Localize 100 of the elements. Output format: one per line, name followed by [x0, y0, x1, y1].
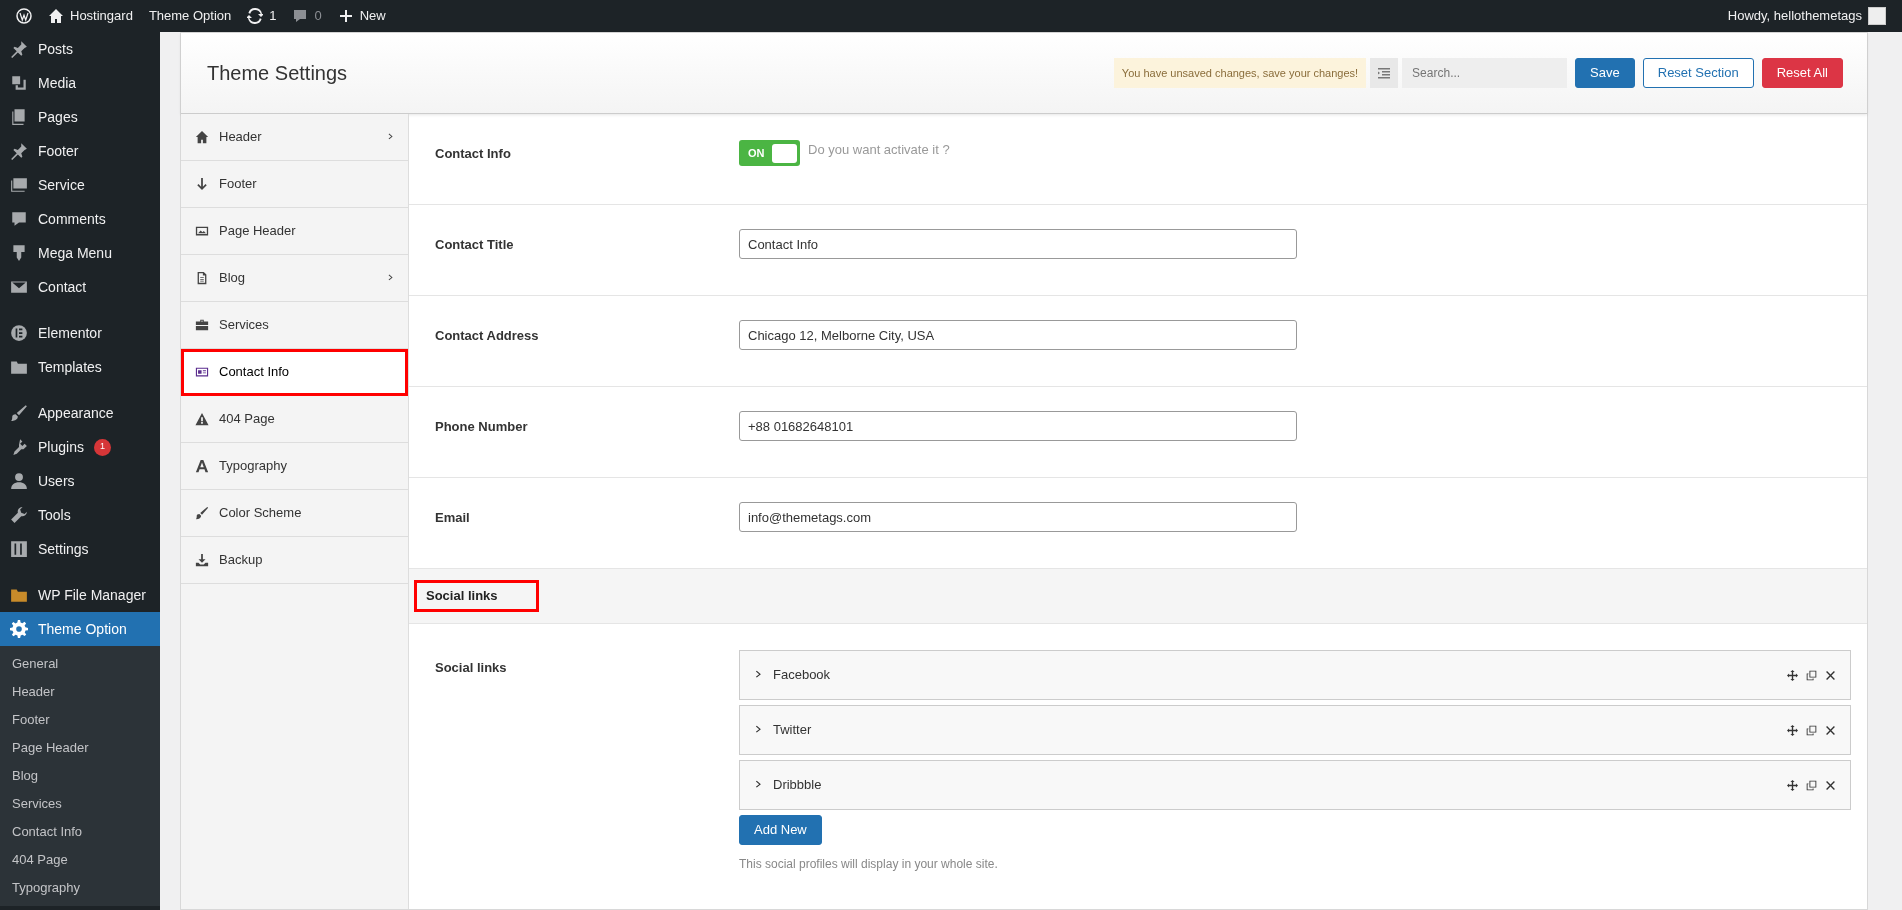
menu-label: Comments: [38, 209, 106, 229]
sidebar-item[interactable]: Settings: [0, 532, 160, 566]
help-text: This social profiles will display in your whole site.: [739, 856, 999, 873]
submenu-item[interactable]: Services: [0, 790, 160, 818]
copy-icon: [1806, 669, 1817, 681]
sidebar-item[interactable]: Contact: [0, 270, 160, 304]
download-icon: [195, 553, 209, 567]
comments-link[interactable]: 0: [284, 0, 330, 32]
text-field[interactable]: +88 01682648101: [739, 411, 1297, 441]
submenu-item[interactable]: 404 Page: [0, 846, 160, 874]
submenu-item[interactable]: Footer: [0, 706, 160, 734]
sidebar-item[interactable]: Posts: [0, 32, 160, 66]
accordion-title: Dribbble: [773, 776, 822, 795]
accordion-item[interactable]: Twitter: [739, 705, 1851, 755]
reset-all-button[interactable]: Reset All: [1761, 58, 1843, 88]
image-icon: [195, 224, 209, 238]
document-icon: [195, 271, 209, 285]
text-field[interactable]: info@themetags.com: [739, 502, 1297, 532]
speech-bubble-icon: [10, 210, 28, 228]
site-link[interactable]: Hostingard: [40, 0, 141, 32]
updates-link[interactable]: 1: [239, 0, 285, 32]
field-label: Phone Number: [435, 418, 529, 436]
switch-hint: Do you want activate it ?: [808, 141, 950, 159]
sidebar-item[interactable]: Elementor: [0, 316, 160, 350]
paintbrush-icon: [195, 506, 209, 520]
paintbrush-icon: [10, 404, 28, 422]
sidebar-item[interactable]: Users: [0, 464, 160, 498]
menu-label: Templates: [38, 357, 102, 377]
close-icon: [1825, 779, 1836, 791]
folder-icon: [10, 358, 28, 376]
count-badge: 1: [93, 438, 111, 456]
menu-label: Elementor: [38, 323, 102, 343]
submenu-item[interactable]: Page Header: [0, 734, 160, 762]
accordion-item[interactable]: Dribbble: [739, 760, 1851, 810]
unsaved-notice: You have unsaved changes, save your changes!: [1113, 58, 1367, 88]
sidebar-item[interactable]: Service: [0, 168, 160, 202]
sidebar-item[interactable]: Appearance: [0, 396, 160, 430]
field-label: Contact Address: [435, 327, 540, 345]
close-icon: [1825, 724, 1836, 736]
menu-label: Pages: [38, 107, 78, 127]
house-icon: [195, 130, 209, 144]
field-label: Email: [435, 509, 471, 527]
refresh-icon: [247, 8, 264, 24]
gallery-icon: [10, 176, 28, 194]
folder-icon: [10, 586, 28, 604]
sidebar-item[interactable]: Footer: [0, 134, 160, 168]
person-icon: [10, 472, 28, 490]
sidebar-item[interactable]: Comments: [0, 202, 160, 236]
text-field[interactable]: Contact Info: [739, 229, 1297, 259]
menu-label: Appearance: [38, 403, 114, 423]
sidebar-item[interactable]: Plugins 1: [0, 430, 160, 464]
add-new-button[interactable]: Add New: [739, 815, 822, 845]
copy-icon: [1806, 724, 1817, 736]
new-link[interactable]: New: [329, 0, 394, 32]
pushpin-icon: [10, 142, 28, 160]
section-tab[interactable]: Contact Info: [181, 349, 408, 396]
account-link[interactable]: Howdy, hellothemetags: [1719, 0, 1894, 32]
close-icon: [1825, 669, 1836, 681]
speech-bubble-icon: [292, 8, 309, 24]
section-heading: Social links: [415, 581, 538, 611]
menu-label: Media: [38, 73, 77, 93]
accordion-item[interactable]: Facebook: [739, 650, 1851, 700]
sidebar-item[interactable]: WP File Manager: [0, 578, 160, 612]
reset-section-button[interactable]: Reset Section: [1642, 58, 1754, 88]
sidebar-item[interactable]: Templates: [0, 350, 160, 384]
move-icon: [1787, 669, 1798, 681]
search-field[interactable]: Search...: [1402, 58, 1568, 88]
plus-icon: [337, 8, 354, 24]
house-icon: [48, 8, 64, 24]
sidebar-item[interactable]: Media: [0, 66, 160, 100]
sliders-icon: [10, 540, 28, 558]
submenu-item[interactable]: Typography: [0, 874, 160, 902]
sidebar-item[interactable]: Tools: [0, 498, 160, 532]
page-link[interactable]: Theme Option: [140, 0, 240, 32]
move-icon: [1787, 779, 1798, 791]
accordion-title: Facebook: [773, 666, 831, 685]
briefcase-icon: [195, 318, 209, 332]
save-button[interactable]: Save: [1575, 58, 1635, 88]
pushpin-icon: [10, 40, 28, 58]
submenu-item[interactable]: Contact Info: [0, 818, 160, 846]
text-field[interactable]: Chicago 12, Melborne City, USA: [739, 320, 1297, 350]
expand-options-button[interactable]: [1370, 58, 1399, 88]
submenu-item[interactable]: Blog: [0, 762, 160, 790]
tab-label: Page Header: [219, 222, 296, 241]
menu-label: Theme Option: [38, 619, 127, 639]
media-icon: [10, 74, 28, 92]
id-card-icon: [195, 365, 209, 379]
circle-letter-icon: [10, 324, 28, 342]
submenu-item[interactable]: Header: [0, 678, 160, 706]
down-arrow-icon: [195, 177, 209, 191]
accordion-title: Twitter: [773, 721, 812, 740]
letter-icon: [195, 459, 209, 473]
tab-label: Backup: [219, 551, 263, 570]
menu-label: Settings: [38, 539, 89, 559]
sidebar-item[interactable]: Mega Menu: [0, 236, 160, 270]
sidebar-item[interactable]: Theme Option: [0, 612, 160, 646]
submenu-item[interactable]: General: [0, 650, 160, 678]
menu-label: Tools: [38, 505, 71, 525]
sidebar-item[interactable]: Pages: [0, 100, 160, 134]
tab-label: Footer: [219, 175, 257, 194]
